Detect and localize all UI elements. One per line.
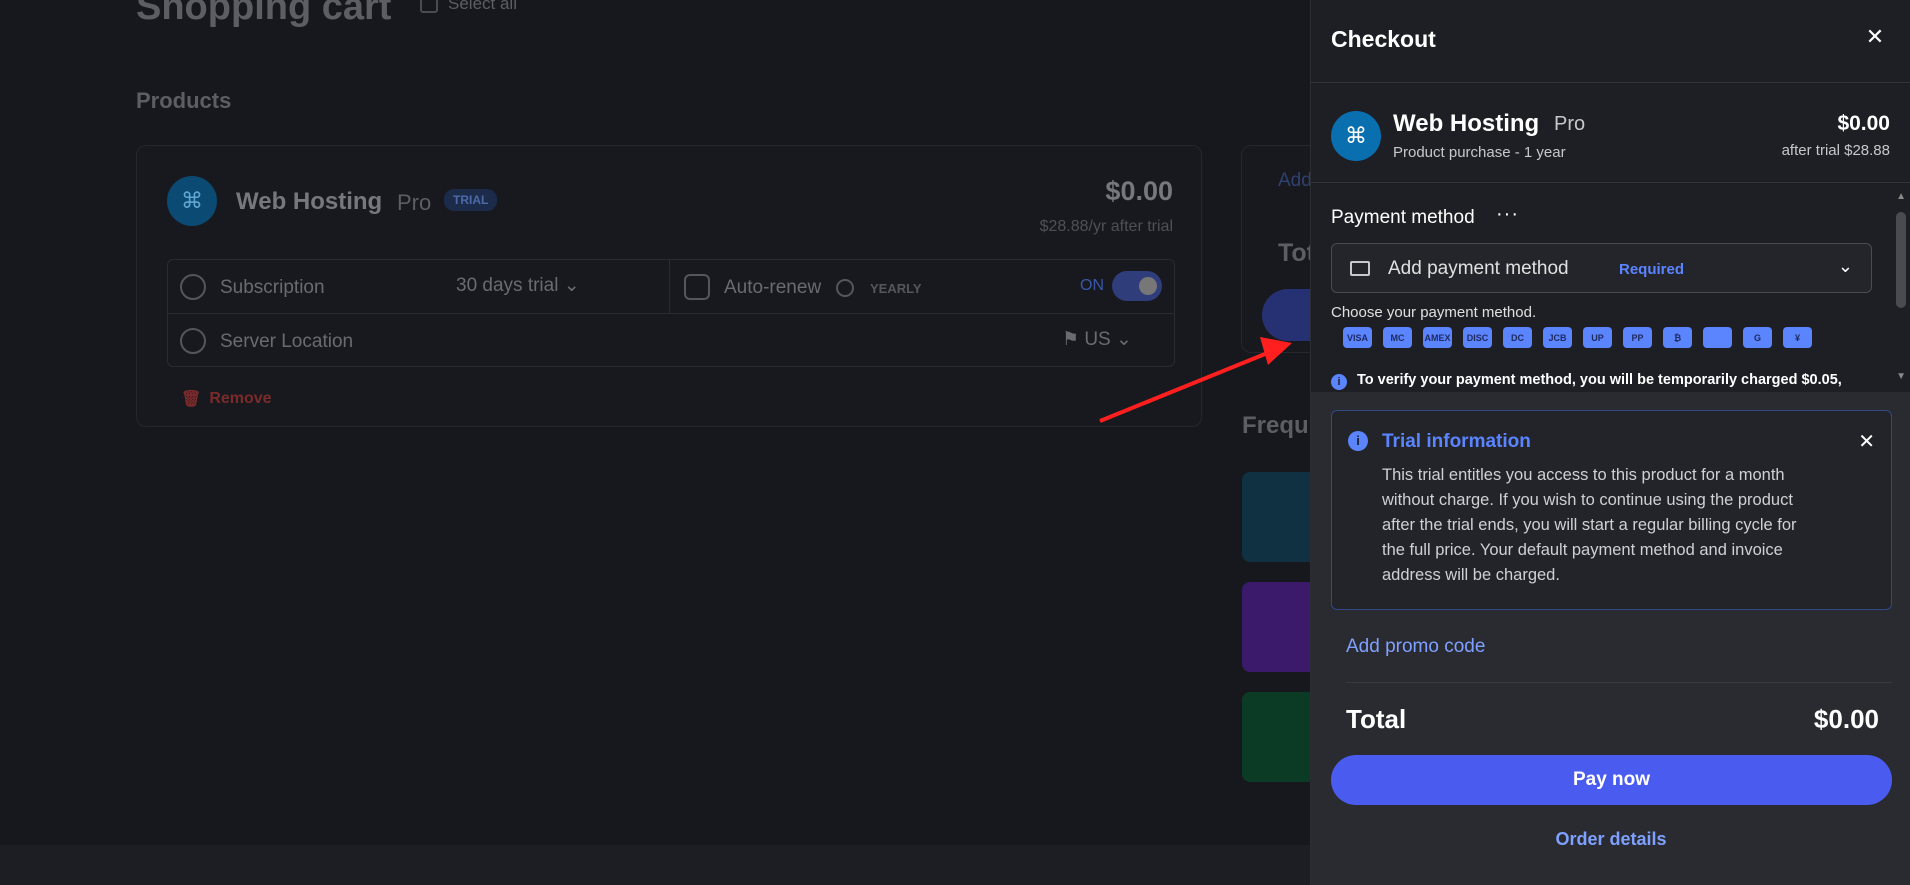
order-details-link[interactable]: Order details [1311,829,1910,850]
chevron-down-icon: ⌄ [1837,256,1853,276]
verify-notice: i To verify your payment method, you wil… [1331,372,1861,392]
payment-method-label: Payment method [1331,207,1475,228]
verify-text: To verify your payment method, you will … [1357,372,1842,388]
mastercard-icon: MC [1383,327,1412,348]
payment-method-icons: VISA MC AMEX DISC DC JCB UP PP ₿ G ¥ [1343,327,1812,348]
trial-information-box: i Trial information ✕ This trial entitle… [1331,410,1892,610]
arrow-head [1260,337,1292,365]
total-label: Total [1346,704,1407,734]
bitcoin-icon: ₿ [1663,327,1692,348]
add-promo-code-link[interactable]: Add promo code [1346,636,1485,658]
summary-price: $0.00 [1837,112,1890,135]
arrow-shaft [1099,350,1271,423]
divider [1311,82,1910,83]
web-hosting-icon: ⌘ [1331,111,1381,161]
divider [1311,182,1910,183]
info-icon: i [1348,431,1368,451]
unionpay-icon: UP [1583,327,1612,348]
scroll-down-arrow[interactable]: ▼ [1896,371,1906,382]
scroll-up-arrow[interactable]: ▲ [1896,191,1906,202]
credit-card-icon [1350,261,1370,276]
choose-payment-text: Choose your payment method. [1331,304,1537,321]
total-value: $0.00 [1813,704,1879,734]
close-icon[interactable]: ✕ [1864,26,1886,48]
discover-icon: DISC [1463,327,1492,348]
visa-icon: VISA [1343,327,1372,348]
trial-info-title: Trial information [1382,431,1531,452]
paypal-icon: PP [1623,327,1652,348]
summary-subtitle: Product purchase - 1 year [1393,144,1566,161]
summary-product-tier: Pro [1554,113,1586,135]
divider [1346,682,1892,683]
alipay-icon: ¥ [1783,327,1812,348]
close-icon[interactable]: ✕ [1858,429,1875,454]
payment-method-placeholder: Add payment method [1388,258,1569,279]
required-label: Required [1619,261,1685,278]
diners-icon: DC [1503,327,1532,348]
trial-info-body: This trial entitles you access to this p… [1382,466,1797,584]
google-pay-icon: G [1743,327,1772,348]
pay-now-button[interactable]: Pay now [1331,755,1892,805]
red-arrow-annotation [1099,337,1292,423]
jcb-icon: JCB [1543,327,1572,348]
scrollbar-thumb[interactable] [1896,212,1906,308]
payment-method-select[interactable]: Add payment method Required ⌄ [1331,243,1872,293]
amex-icon: AMEX [1423,327,1452,348]
more-options-icon[interactable]: ··· [1496,203,1519,226]
info-icon: i [1331,374,1347,390]
summary-product-name: Web Hosting [1393,110,1540,137]
checkout-title: Checkout [1331,26,1436,52]
summary-after-trial: after trial $28.88 [1781,142,1890,159]
checkout-panel: Checkout ✕ ⌘ Web Hosting Pro Product pur… [1310,0,1910,885]
apple-pay-icon [1703,327,1732,348]
